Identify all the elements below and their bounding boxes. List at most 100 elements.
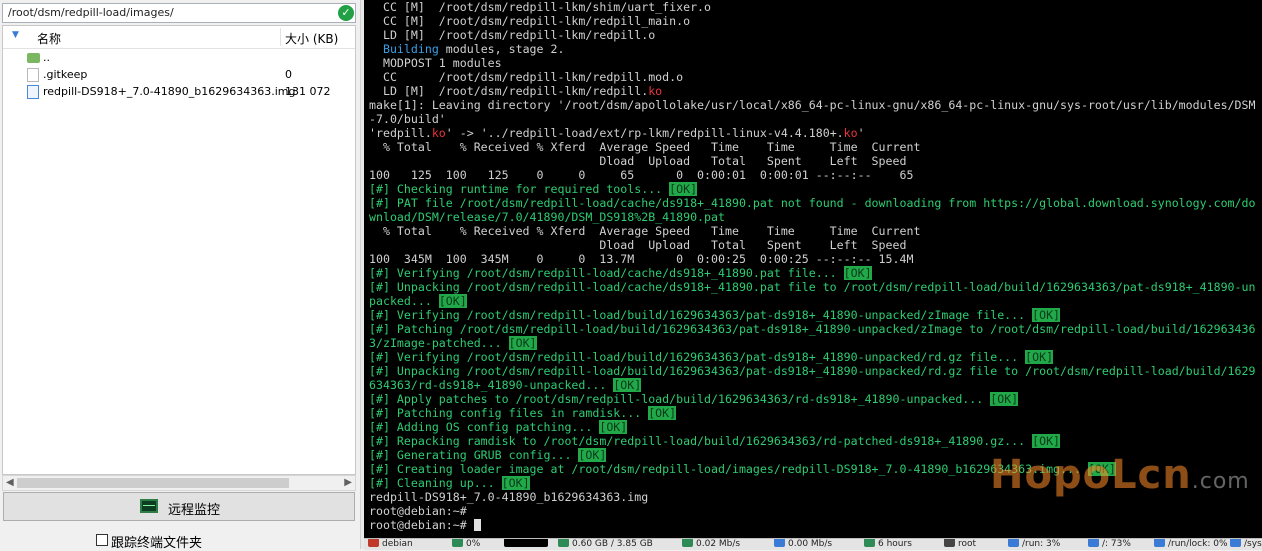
terminal-line: 100 345M 100 345M 0 0 13.7M 0 0:00:25 0:… [369,252,1262,266]
file-icon [27,68,39,82]
terminal-text: 'redpill. [369,126,432,140]
terminal-text: [#] Unpacking /root/dsm/redpill-load/bui… [369,364,1256,378]
terminal-text: [#] PAT file /root/dsm/redpill-load/cach… [369,196,1256,210]
terminal-line: CC /root/dsm/redpill-lkm/redpill.mod.o [369,70,1262,84]
terminal-line: [#] Unpacking /root/dsm/redpill-load/bui… [369,364,1262,378]
status-item-label: /: 73% [1102,539,1131,549]
horizontal-scrollbar[interactable]: ◀ ▶ [2,475,356,491]
terminal-cursor [473,519,481,531]
status-item: 0% [452,539,481,550]
disk-icon [1088,539,1099,547]
terminal-text: % Total % Received % Xferd Average Speed… [369,224,921,238]
terminal-text: [#] Creating loader image at /root/dsm/r… [369,462,1088,476]
terminal-line: [#] Repacking ramdisk to /root/dsm/redpi… [369,434,1262,448]
terminal-text: [#] Verifying /root/dsm/redpill-load/cac… [369,266,844,280]
terminal-text: CC /root/dsm/redpill-lkm/redpill.mod.o [369,70,684,84]
terminal-text: 634363/rd-ds918+_41890-unpacked... [369,378,614,392]
terminal-text: [#] Adding OS config patching... [369,420,600,434]
terminal-line: -7.0/build' [369,112,1262,126]
terminal-text: [#] Patching /root/dsm/redpill-load/buil… [369,322,1256,336]
terminal-line: Dload Upload Total Spent Left Speed [369,238,1262,252]
status-item: /run/lock: 0% [1154,539,1228,550]
ok-badge: [OK] [508,336,537,350]
terminal-text: MODPOST 1 modules [369,56,502,70]
follow-terminal-checkbox[interactable] [96,534,108,546]
terminal-line: [#] Checking runtime for required tools.… [369,182,1262,196]
cpu-icon [452,539,463,547]
terminal-line: 100 125 100 125 0 0 65 0 0:00:01 0:00:01… [369,168,1262,182]
disk-icon [1230,539,1241,547]
remote-monitor-button[interactable]: 远程监控 [3,492,355,521]
terminal-text: -7.0/build' [369,112,446,126]
file-row[interactable]: .gitkeep 0 [3,67,355,84]
terminal-line: [#] Adding OS config patching... [OK] [369,420,1262,434]
file-row-parent[interactable]: .. [3,50,355,67]
terminal-line: LD [M] /root/dsm/redpill-lkm/redpill.ko [369,84,1262,98]
status-item-label: root [958,539,977,549]
status-item: /sys/f [1230,539,1262,550]
path-input[interactable]: /root/dsm/redpill-load/images/ ✓ [2,3,356,23]
terminal-line: [#] PAT file /root/dsm/redpill-load/cach… [369,196,1262,210]
ok-badge: [OK] [1032,434,1061,448]
terminal-text: [#] Repacking ramdisk to /root/dsm/redpi… [369,434,1033,448]
terminal-line: root@debian:~# [369,518,1262,532]
path-text: /root/dsm/redpill-load/images/ [8,6,174,19]
file-row[interactable]: redpill-DS918+_7.0-41890_b1629634363.img… [3,84,355,101]
ok-badge: [OK] [501,476,530,490]
terminal-line: [#] Patching config files in ramdisk... … [369,406,1262,420]
terminal-line: 3/zImage-patched... [OK] [369,336,1262,350]
scrollbar-thumb[interactable] [17,478,289,488]
ok-badge: [OK] [990,392,1019,406]
disk-icon [1154,539,1165,547]
file-name: .gitkeep [43,68,88,81]
file-size: 0 [285,68,292,81]
column-divider[interactable] [280,28,281,46]
ok-badge: [OK] [1025,350,1054,364]
status-item-label: debian [382,539,413,549]
terminal-line: CC [M] /root/dsm/redpill-lkm/redpill_mai… [369,14,1262,28]
terminal-text: ko [648,84,663,98]
terminal-text: redpill-DS918+_7.0-41890_b1629634363.img [369,490,649,504]
check-icon[interactable]: ✓ [338,5,354,21]
terminal-text: modules, stage 2. [438,42,565,56]
ok-badge: [OK] [613,378,642,392]
column-header-size[interactable]: 大小 (KB) [285,30,338,47]
status-item-label: /run/lock: 0% [1168,539,1228,549]
ok-badge: [OK] [1032,308,1061,322]
status-item-label: 0% [466,539,481,549]
image-file-icon [27,85,39,99]
status-item: /: 73% [1088,539,1131,550]
status-item: 0.00 Mb/s [774,539,833,550]
ok-badge: [OK] [648,406,677,420]
ok-badge: [OK] [578,448,607,462]
terminal-line: wnload/DSM/release/7.0/41890/DSM_DS918%2… [369,210,1262,224]
terminal-text: 100 345M 100 345M 0 0 13.7M 0 0:00:25 0:… [369,252,914,266]
status-item-label: 0.00 Mb/s [788,539,833,549]
scroll-right-icon[interactable]: ▶ [344,477,352,488]
file-list: ▼ 名称 大小 (KB) .. .gitkeep 0 redpill-DS918… [2,25,356,475]
column-header-name[interactable]: 名称 [37,30,61,47]
scroll-left-icon[interactable]: ◀ [6,477,14,488]
ok-badge: [OK] [669,182,698,196]
terminal-text: [#] Generating GRUB config... [369,448,579,462]
status-item: debian [368,539,413,550]
terminal-line: root@debian:~# [369,504,1262,518]
cpu-graph-icon [504,539,548,547]
terminal-text: CC [M] /root/dsm/redpill-lkm/shim/uart_f… [369,0,712,14]
remote-monitor-label: 远程监控 [168,503,221,518]
terminal-line: [#] Verifying /root/dsm/redpill-load/bui… [369,350,1262,364]
terminal-text: 3/zImage-patched... [369,336,509,350]
terminal-text: ko [843,126,858,140]
server-icon [368,539,379,547]
terminal-text: Dload Upload Total Spent Left Speed [369,238,907,252]
terminal-line: LD [M] /root/dsm/redpill-lkm/redpill.o [369,28,1262,42]
terminal-line: [#] Patching /root/dsm/redpill-load/buil… [369,322,1262,336]
sort-down-icon[interactable]: ▼ [12,30,19,40]
status-item-label: 6 hours [878,539,912,549]
terminal-text: make[1]: Leaving directory '/root/dsm/ap… [369,98,1256,112]
terminal-text: 100 125 100 125 0 0 65 0 0:00:01 0:00:01… [369,168,914,182]
terminal-text: Dload Upload Total Spent Left Speed [369,154,907,168]
terminal-text: root@debian:~# [369,504,467,518]
status-item-label: /run: 3% [1022,539,1061,549]
terminal-text: [#] Unpacking /root/dsm/redpill-load/cac… [369,280,1256,294]
